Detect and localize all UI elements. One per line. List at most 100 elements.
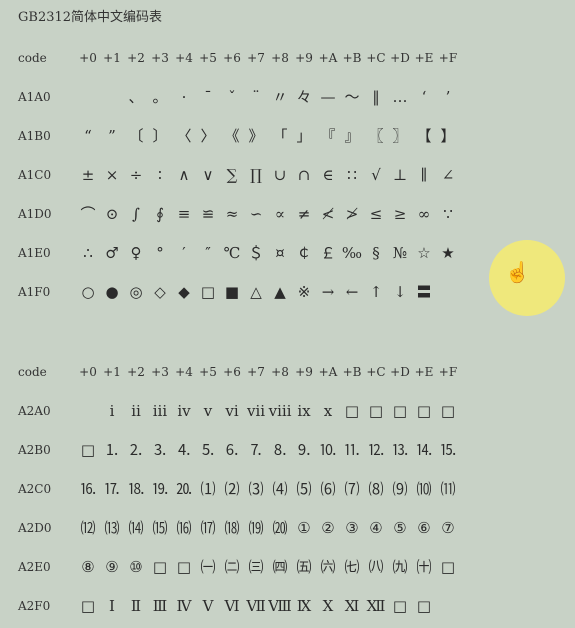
- table-row: A2C0 ⒗ ⒘ ⒙ ⒚ ⒛ ⑴ ⑵ ⑶ ⑷ ⑸ ⑹ ⑺ ⑻ ⑼ ⑽ ⑾: [14, 469, 460, 508]
- char-cell: Ⅻ: [366, 596, 386, 615]
- header-offset: +0: [79, 50, 97, 65]
- char-cell: ≡: [177, 204, 191, 223]
- char-cell: ↑: [369, 282, 383, 301]
- char-cell: ∞: [417, 204, 431, 223]
- char-cell: □: [392, 401, 408, 420]
- char-cell: ⒂: [152, 519, 168, 537]
- char-cell: ℃: [223, 243, 241, 262]
- char-cell: ÷: [129, 165, 143, 184]
- row-code: A1C0: [18, 167, 52, 182]
- char-cell: °: [156, 243, 164, 262]
- char-cell: ⒄: [200, 519, 216, 537]
- header-offset: +E: [414, 364, 434, 379]
- header-offset: +3: [151, 364, 169, 379]
- char-cell: Ⅵ: [224, 596, 240, 615]
- header-offset: +2: [127, 364, 145, 379]
- char-cell: ”: [108, 126, 116, 145]
- header-offset: +6: [223, 50, 241, 65]
- char-cell: ㈥: [320, 558, 336, 576]
- char-cell: ⑸: [296, 480, 312, 498]
- header-offset: +5: [199, 50, 217, 65]
- char-cell: 」: [296, 127, 312, 145]
- char-cell: ⒉: [128, 441, 144, 459]
- char-cell: ∵: [443, 204, 453, 223]
- char-cell: ¨: [252, 87, 260, 106]
- char-cell: □: [416, 596, 432, 615]
- char-cell: □: [176, 557, 192, 576]
- header-offset: +A: [318, 50, 338, 65]
- char-cell: ⒁: [128, 519, 144, 537]
- char-cell: ⊙: [105, 204, 119, 223]
- char-cell: △: [250, 282, 262, 301]
- header-offset: +6: [223, 364, 241, 379]
- char-cell: ⒒: [344, 441, 360, 459]
- char-cell: ←: [345, 282, 359, 301]
- char-cell: ☆: [417, 243, 431, 262]
- char-cell: 《: [224, 127, 240, 145]
- char-cell: §: [372, 243, 380, 262]
- char-cell: ㈡: [224, 558, 240, 576]
- char-cell: 。: [152, 88, 168, 106]
- char-cell: ■: [224, 282, 240, 301]
- char-cell: □: [152, 557, 168, 576]
- char-cell: 「: [272, 127, 288, 145]
- header-offset: +0: [79, 364, 97, 379]
- code-table-a2: code +0 +1 +2 +3 +4 +5 +6 +7 +8 +9 +A +B +C +D +E +F A2A0…: [14, 352, 460, 625]
- char-cell: Ⅹ: [322, 596, 334, 615]
- char-cell: ∏: [250, 165, 262, 184]
- char-cell: ⑥: [417, 518, 431, 537]
- header-offset: +8: [271, 50, 289, 65]
- char-cell: ⑦: [441, 518, 455, 537]
- table-row: A2E0 ⑧ ⑨ ⑩ □ □ ㈠㈡㈢㈣㈤㈥㈦㈧㈨㈩ □: [14, 547, 460, 586]
- char-cell: Ⅳ: [176, 596, 192, 615]
- hand-pointer-icon: ☝: [505, 260, 530, 284]
- char-cell: ⒖: [440, 441, 456, 459]
- char-cell: Ⅲ: [152, 596, 168, 615]
- char-cell: [76, 391, 100, 430]
- char-cell: ⊥: [392, 165, 408, 184]
- char-cell: ∽: [249, 204, 263, 223]
- char-cell: 〉: [200, 127, 216, 145]
- char-cell: ♀: [130, 243, 142, 262]
- char-cell: □: [416, 401, 432, 420]
- char-cell: ⅱ: [131, 401, 141, 420]
- char-cell: 〗: [392, 127, 408, 145]
- char-cell: ⑷: [272, 480, 288, 498]
- char-cell: 〃: [272, 88, 288, 106]
- char-cell: ≈: [225, 204, 239, 223]
- char-cell: ⒓: [368, 441, 384, 459]
- char-cell: ⒑: [320, 441, 336, 459]
- header-offset: +F: [438, 364, 458, 379]
- header-offset: +4: [175, 50, 193, 65]
- char-cell: …: [392, 87, 408, 106]
- header-offset: +8: [271, 364, 289, 379]
- char-cell: ‘: [421, 87, 427, 106]
- char-cell: ⅳ: [177, 401, 191, 420]
- char-cell: [100, 77, 124, 116]
- char-cell: ※: [297, 282, 311, 301]
- char-cell: ∈: [322, 165, 334, 184]
- char-cell: ⒗: [80, 480, 96, 498]
- row-code: A1F0: [18, 284, 51, 299]
- char-cell: ⑩: [129, 557, 143, 576]
- char-cell: ⑨: [105, 557, 119, 576]
- char-cell: □: [200, 282, 216, 301]
- row-code: A2C0: [18, 481, 52, 496]
- char-cell: ∑: [226, 165, 238, 184]
- row-code: A1E0: [18, 245, 51, 260]
- header-offset: +5: [199, 364, 217, 379]
- char-cell: ⅵ: [225, 401, 239, 420]
- char-cell: ⒐: [296, 441, 312, 459]
- char-cell: ⑻: [368, 480, 384, 498]
- char-cell: ～: [344, 88, 360, 106]
- row-code: A2B0: [18, 442, 51, 457]
- table-row: A1F0 ○ ● ◎ ◇ ◆ □ ■ △ ▲ ※ → ← ↑ ↓ 〓: [14, 272, 460, 311]
- table-row: A1E0 ∴ ♂ ♀ ° ′ ″ ℃ ＄ ¤ ￠ ￡ ‰ § № ☆ ★: [14, 233, 460, 272]
- char-cell: ‰: [341, 243, 363, 262]
- char-cell: ’: [445, 87, 451, 106]
- char-cell: ∮: [156, 204, 164, 223]
- char-cell: ⌒: [80, 205, 96, 223]
- char-cell: 〖: [368, 127, 384, 145]
- char-cell: “: [84, 126, 92, 145]
- header-offset: +7: [247, 50, 265, 65]
